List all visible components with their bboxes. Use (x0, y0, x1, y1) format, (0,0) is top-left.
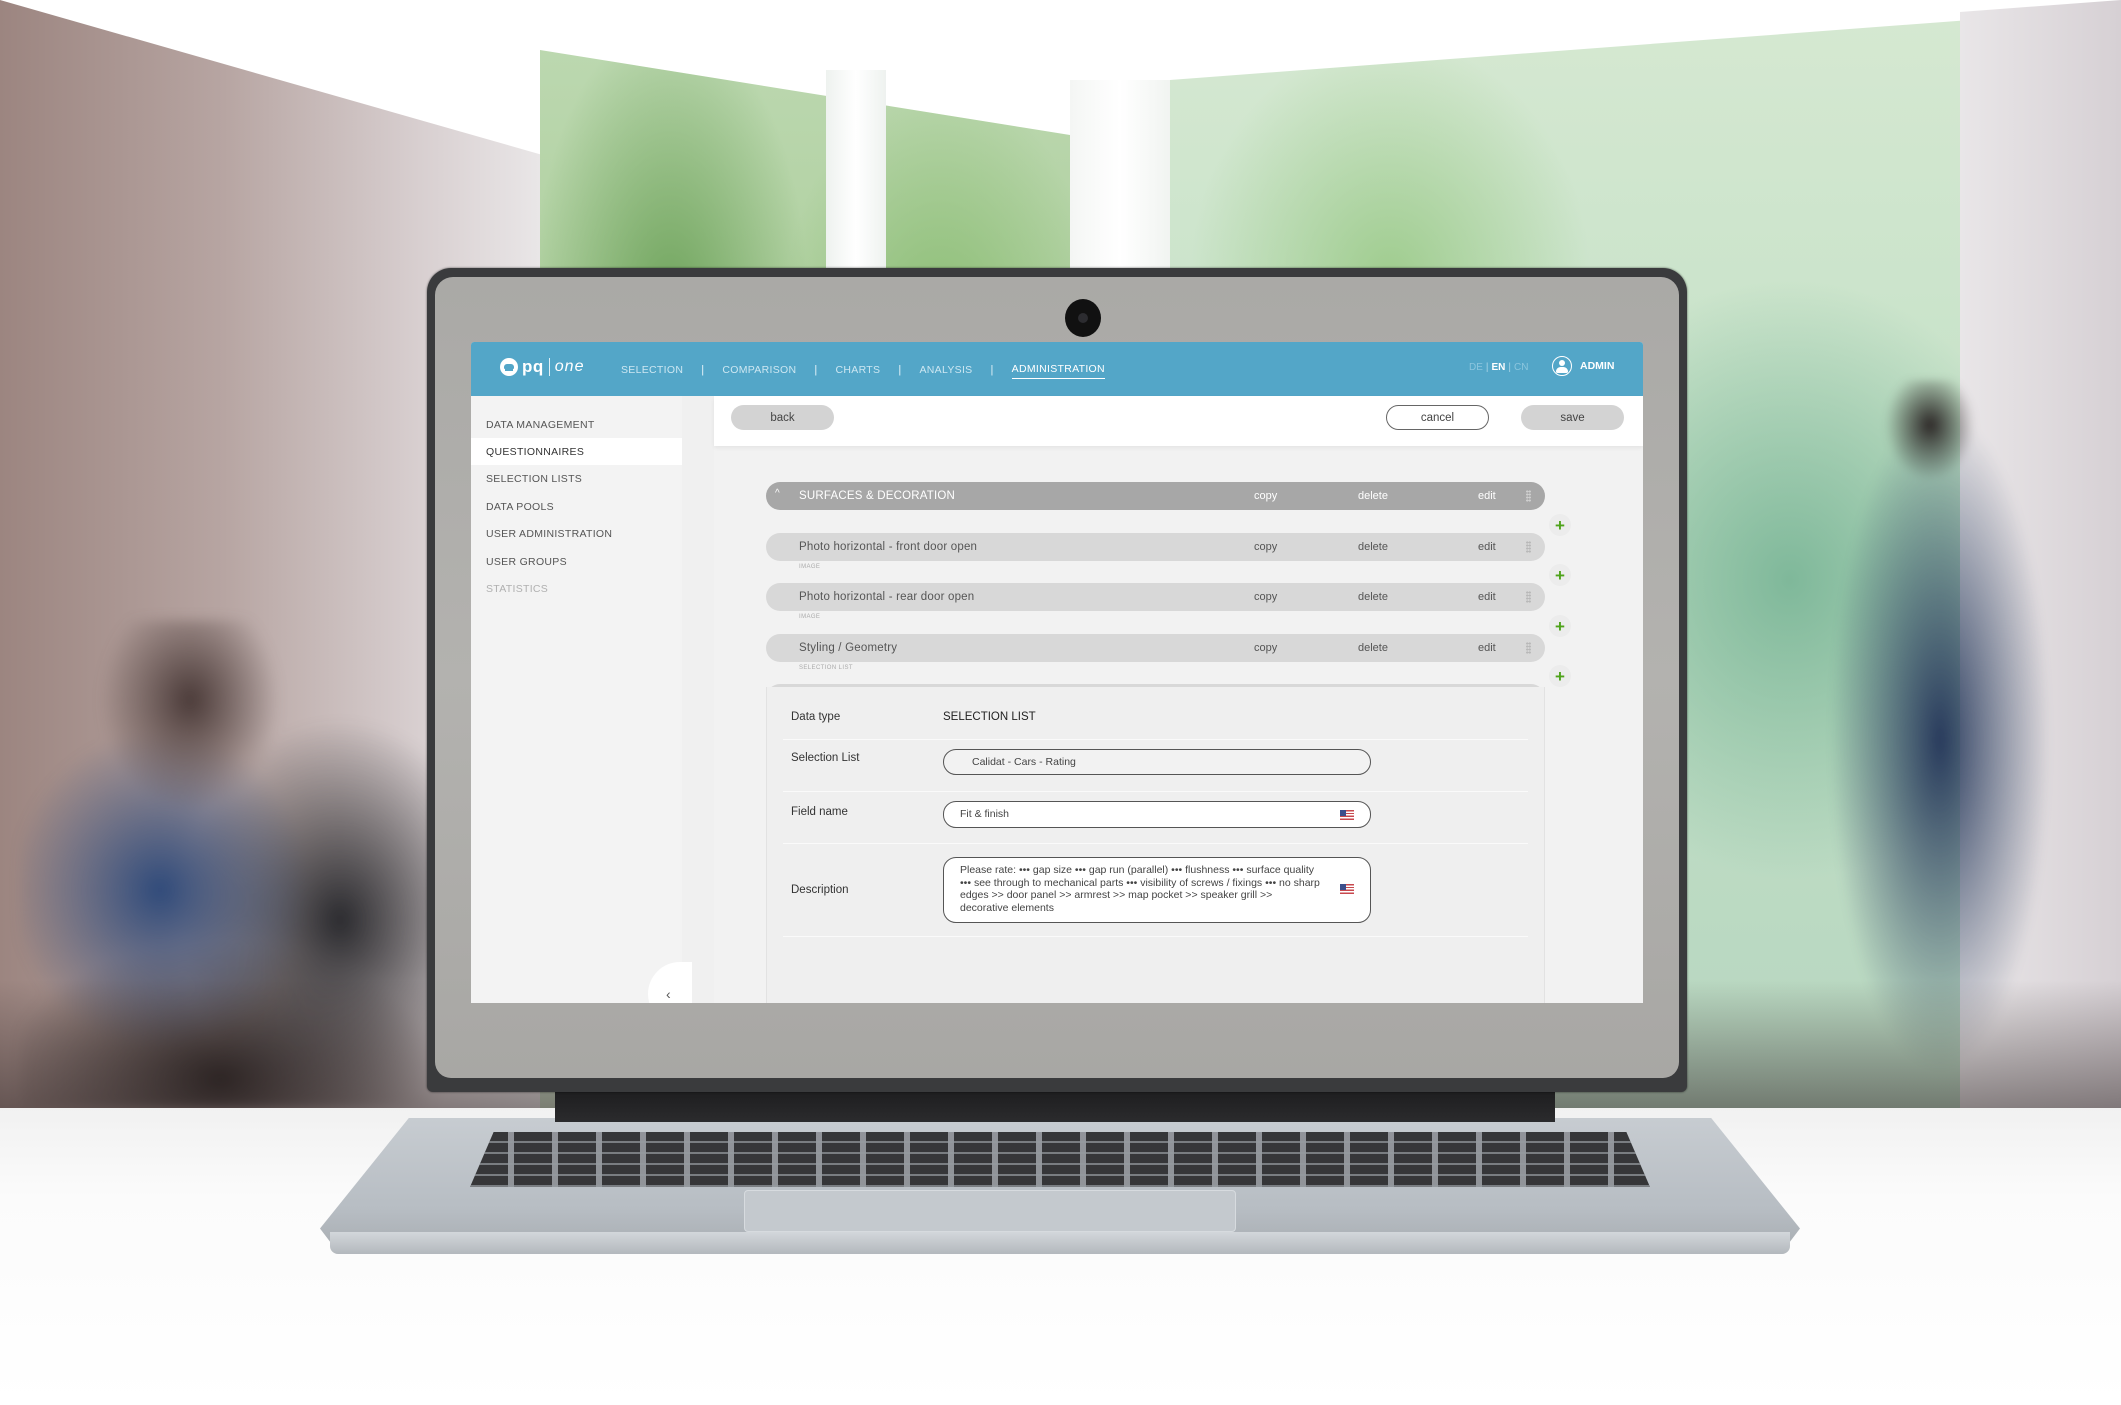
description-value: Please rate: ••• gap size ••• gap run (p… (960, 864, 1320, 914)
logo-text-right: one (554, 358, 585, 375)
sidebar-gutter (682, 396, 714, 1003)
section-copy-button[interactable]: copy (1254, 490, 1277, 502)
section-title: SURFACES & DECORATION (799, 490, 956, 502)
nav-separator: | (814, 363, 818, 376)
question-row[interactable]: Photo horizontal - rear door open copy d… (766, 583, 1545, 611)
field-name-label: Field name (791, 806, 848, 818)
user-circle-icon (1552, 356, 1572, 376)
copy-button[interactable]: copy (1254, 642, 1277, 654)
main-nav: SELECTION | COMPARISON | CHARTS | ANALYS… (621, 363, 1105, 379)
sidebar-item-user-administration[interactable]: USER ADMINISTRATION (471, 520, 682, 547)
add-item-button[interactable]: + (1549, 665, 1571, 687)
copy-button[interactable]: copy (1254, 591, 1277, 603)
webcam-icon (1065, 299, 1101, 337)
field-name-input[interactable]: Fit & finish (943, 801, 1371, 828)
question-row[interactable]: Styling / Geometry copy delete edit (766, 634, 1545, 662)
logo-text-left: pq (522, 357, 544, 376)
lang-de[interactable]: DE (1469, 362, 1483, 373)
field-row-selection-list: Selection List Calidat - Cars - Rating (783, 740, 1528, 792)
lang-separator: | (1508, 362, 1512, 373)
sidebar-item-questionnaires[interactable]: QUESTIONNAIRES (471, 438, 682, 465)
sidebar-item-data-management[interactable]: DATA MANAGEMENT (471, 411, 682, 438)
drag-handle-icon[interactable] (1526, 490, 1531, 502)
add-item-button[interactable]: + (1549, 615, 1571, 637)
us-flag-icon[interactable] (1340, 884, 1354, 894)
nav-administration[interactable]: ADMINISTRATION (1011, 363, 1105, 379)
description-textarea[interactable]: Please rate: ••• gap size ••• gap run (p… (943, 857, 1371, 923)
cancel-button[interactable]: cancel (1386, 405, 1489, 430)
delete-button[interactable]: delete (1358, 642, 1388, 654)
field-name-value: Fit & finish (960, 808, 1010, 820)
copy-button[interactable]: copy (1254, 541, 1277, 553)
field-row-field-name: Field name Fit & finish (783, 792, 1528, 844)
chevron-left-icon: ‹ (666, 986, 671, 1002)
lang-en[interactable]: EN (1492, 362, 1506, 373)
description-label: Description (791, 884, 849, 896)
caret-up-icon[interactable]: ^ (775, 488, 780, 499)
laptop-base-edge (330, 1232, 1790, 1254)
delete-button[interactable]: delete (1358, 541, 1388, 553)
user-menu[interactable]: ADMIN (1552, 356, 1614, 376)
delete-button[interactable]: delete (1358, 591, 1388, 603)
app-screen: pq one SELECTION | COMPARISON | CHARTS |… (471, 342, 1643, 1003)
section-delete-button[interactable]: delete (1358, 490, 1388, 502)
nav-comparison[interactable]: COMPARISON (722, 364, 796, 379)
lang-separator: | (1485, 362, 1489, 373)
nav-separator: | (898, 363, 902, 376)
back-button[interactable]: back (731, 405, 834, 430)
question-type: IMAGE (799, 564, 821, 570)
car-logo-icon (500, 358, 518, 376)
data-type-value: SELECTION LIST (943, 711, 1036, 723)
main-content: back cancel save ^ SURFACES & DECORATION… (714, 396, 1643, 1003)
question-title: Photo horizontal - rear door open (799, 591, 975, 603)
trackpad (744, 1190, 1236, 1232)
language-switcher: DE | EN | CN (1469, 362, 1528, 373)
drag-handle-icon[interactable] (1526, 591, 1531, 603)
field-row-description: Description Please rate: ••• gap size ••… (783, 844, 1528, 937)
selection-list-value: Calidat - Cars - Rating (972, 756, 1076, 768)
sidebar-item-data-pools[interactable]: DATA POOLS (471, 493, 682, 520)
laptop-hinge (555, 1092, 1555, 1122)
drag-handle-icon[interactable] (1526, 541, 1531, 553)
lang-cn[interactable]: CN (1514, 362, 1528, 373)
nav-charts[interactable]: CHARTS (836, 364, 881, 379)
question-type: SELECTION LIST (799, 665, 853, 671)
question-title: Styling / Geometry (799, 642, 898, 654)
question-title: Photo horizontal - front door open (799, 541, 978, 553)
nav-analysis[interactable]: ANALYSIS (920, 364, 973, 379)
question-type: IMAGE (799, 614, 821, 620)
save-button[interactable]: save (1521, 405, 1624, 430)
sidebar-item-user-groups[interactable]: USER GROUPS (471, 548, 682, 575)
field-row-data-type: Data type SELECTION LIST (783, 699, 1528, 740)
nav-separator: | (701, 363, 705, 376)
sidebar-item-statistics: STATISTICS (486, 582, 549, 595)
drag-handle-icon[interactable] (1526, 642, 1531, 654)
question-editor: Data type SELECTION LIST Selection List … (766, 687, 1545, 1003)
logo[interactable]: pq one (500, 357, 584, 377)
add-item-button[interactable]: + (1549, 514, 1571, 536)
edit-button[interactable]: edit (1478, 591, 1496, 603)
sidebar-item-selection-lists[interactable]: SELECTION LISTS (471, 465, 682, 492)
selection-list-label: Selection List (791, 752, 860, 764)
add-item-button[interactable]: + (1549, 564, 1571, 586)
section-edit-button[interactable]: edit (1478, 490, 1496, 502)
edit-button[interactable]: edit (1478, 541, 1496, 553)
question-row[interactable]: Photo horizontal - front door open copy … (766, 533, 1545, 561)
sidebar: DATA MANAGEMENT QUESTIONNAIRES SELECTION… (471, 396, 682, 1003)
toolbar: back cancel save (714, 396, 1643, 446)
logo-divider (548, 358, 550, 376)
user-name: ADMIN (1580, 360, 1615, 372)
us-flag-icon[interactable] (1340, 810, 1354, 820)
data-type-label: Data type (791, 711, 841, 723)
selection-list-select[interactable]: Calidat - Cars - Rating (943, 749, 1371, 775)
section-header[interactable]: ^ SURFACES & DECORATION copy delete edit (766, 482, 1545, 510)
edit-button[interactable]: edit (1478, 642, 1496, 654)
top-nav-bar: pq one SELECTION | COMPARISON | CHARTS |… (471, 342, 1643, 396)
keyboard-rows (470, 1132, 1650, 1187)
nav-selection[interactable]: SELECTION (621, 364, 683, 379)
nav-separator: | (990, 363, 994, 376)
